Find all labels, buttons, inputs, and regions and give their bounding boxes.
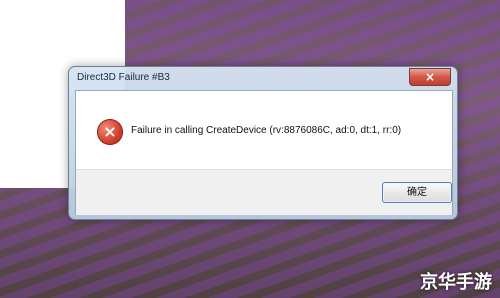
ok-button[interactable]: 确定: [382, 182, 452, 203]
dialog-client-area: × Failure in calling CreateDevice (rv:88…: [75, 90, 453, 215]
error-dialog: Direct3D Failure #B3 × × Failure in call…: [68, 66, 458, 220]
close-button[interactable]: ×: [409, 68, 451, 86]
button-area: 确定: [76, 169, 452, 215]
error-message: Failure in calling CreateDevice (rv:8876…: [131, 125, 402, 136]
error-icon: ×: [97, 119, 123, 145]
watermark-logo: 京华手游: [420, 272, 492, 293]
message-area: × Failure in calling CreateDevice (rv:88…: [76, 91, 452, 169]
dialog-title: Direct3D Failure #B3: [77, 72, 170, 83]
dialog-titlebar[interactable]: Direct3D Failure #B3 ×: [69, 67, 457, 90]
